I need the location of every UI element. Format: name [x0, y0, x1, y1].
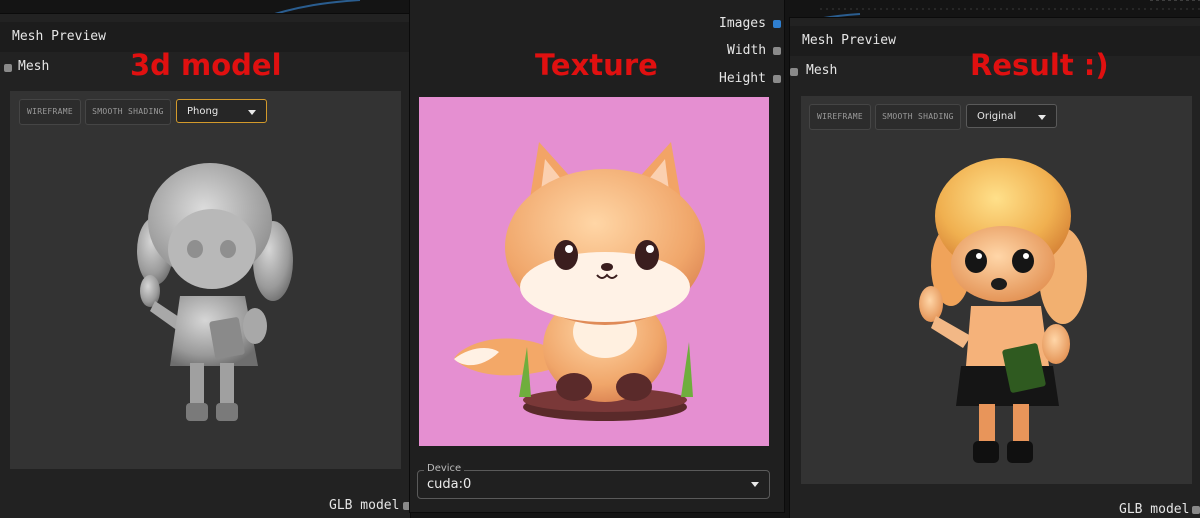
images-output-slot[interactable] [773, 20, 781, 28]
device-value: cuda:0 [427, 477, 472, 492]
smooth-shading-button[interactable]: SMOOTH SHADING [875, 104, 961, 130]
width-output-slot[interactable] [773, 47, 781, 55]
textured-girl-model [919, 158, 1087, 463]
texture-image [419, 97, 769, 446]
fox-illustration [454, 142, 705, 421]
chevron-down-icon [248, 110, 256, 115]
glb-model-output-slot[interactable] [1192, 506, 1200, 514]
chevron-down-icon [1038, 115, 1046, 120]
mesh-input-slot[interactable] [4, 64, 12, 72]
wireframe-button[interactable]: WIREFRAME [19, 99, 81, 125]
smooth-shading-button[interactable]: SMOOTH SHADING [85, 99, 171, 125]
wireframe-button[interactable]: WIREFRAME [809, 104, 871, 130]
shading-mode-dropdown[interactable]: Phong [176, 99, 267, 123]
annotation-3d-model: 3d model [130, 48, 282, 82]
width-output-label: Width [727, 43, 767, 58]
mesh-viewer-left[interactable] [10, 91, 401, 469]
height-output-label: Height [719, 71, 766, 86]
mesh-input-slot[interactable] [790, 68, 798, 76]
shading-mode-value: Phong [187, 106, 219, 117]
images-output-label: Images [719, 16, 766, 31]
shading-mode-dropdown[interactable]: Original [966, 104, 1057, 128]
gray-girl-model [137, 163, 293, 421]
chevron-down-icon[interactable] [751, 482, 759, 487]
shading-mode-value: Original [977, 111, 1017, 122]
mesh-input-label: Mesh [18, 59, 50, 74]
annotation-result: Result :) [970, 48, 1109, 82]
device-label: Device [424, 463, 465, 474]
height-output-slot[interactable] [773, 75, 781, 83]
glb-model-output-label: GLB model [329, 498, 400, 513]
mesh-viewer-right[interactable] [801, 96, 1192, 484]
mesh-input-label: Mesh [806, 63, 838, 78]
glb-model-output-label: GLB model [1119, 502, 1190, 517]
annotation-texture: Texture [535, 48, 658, 82]
